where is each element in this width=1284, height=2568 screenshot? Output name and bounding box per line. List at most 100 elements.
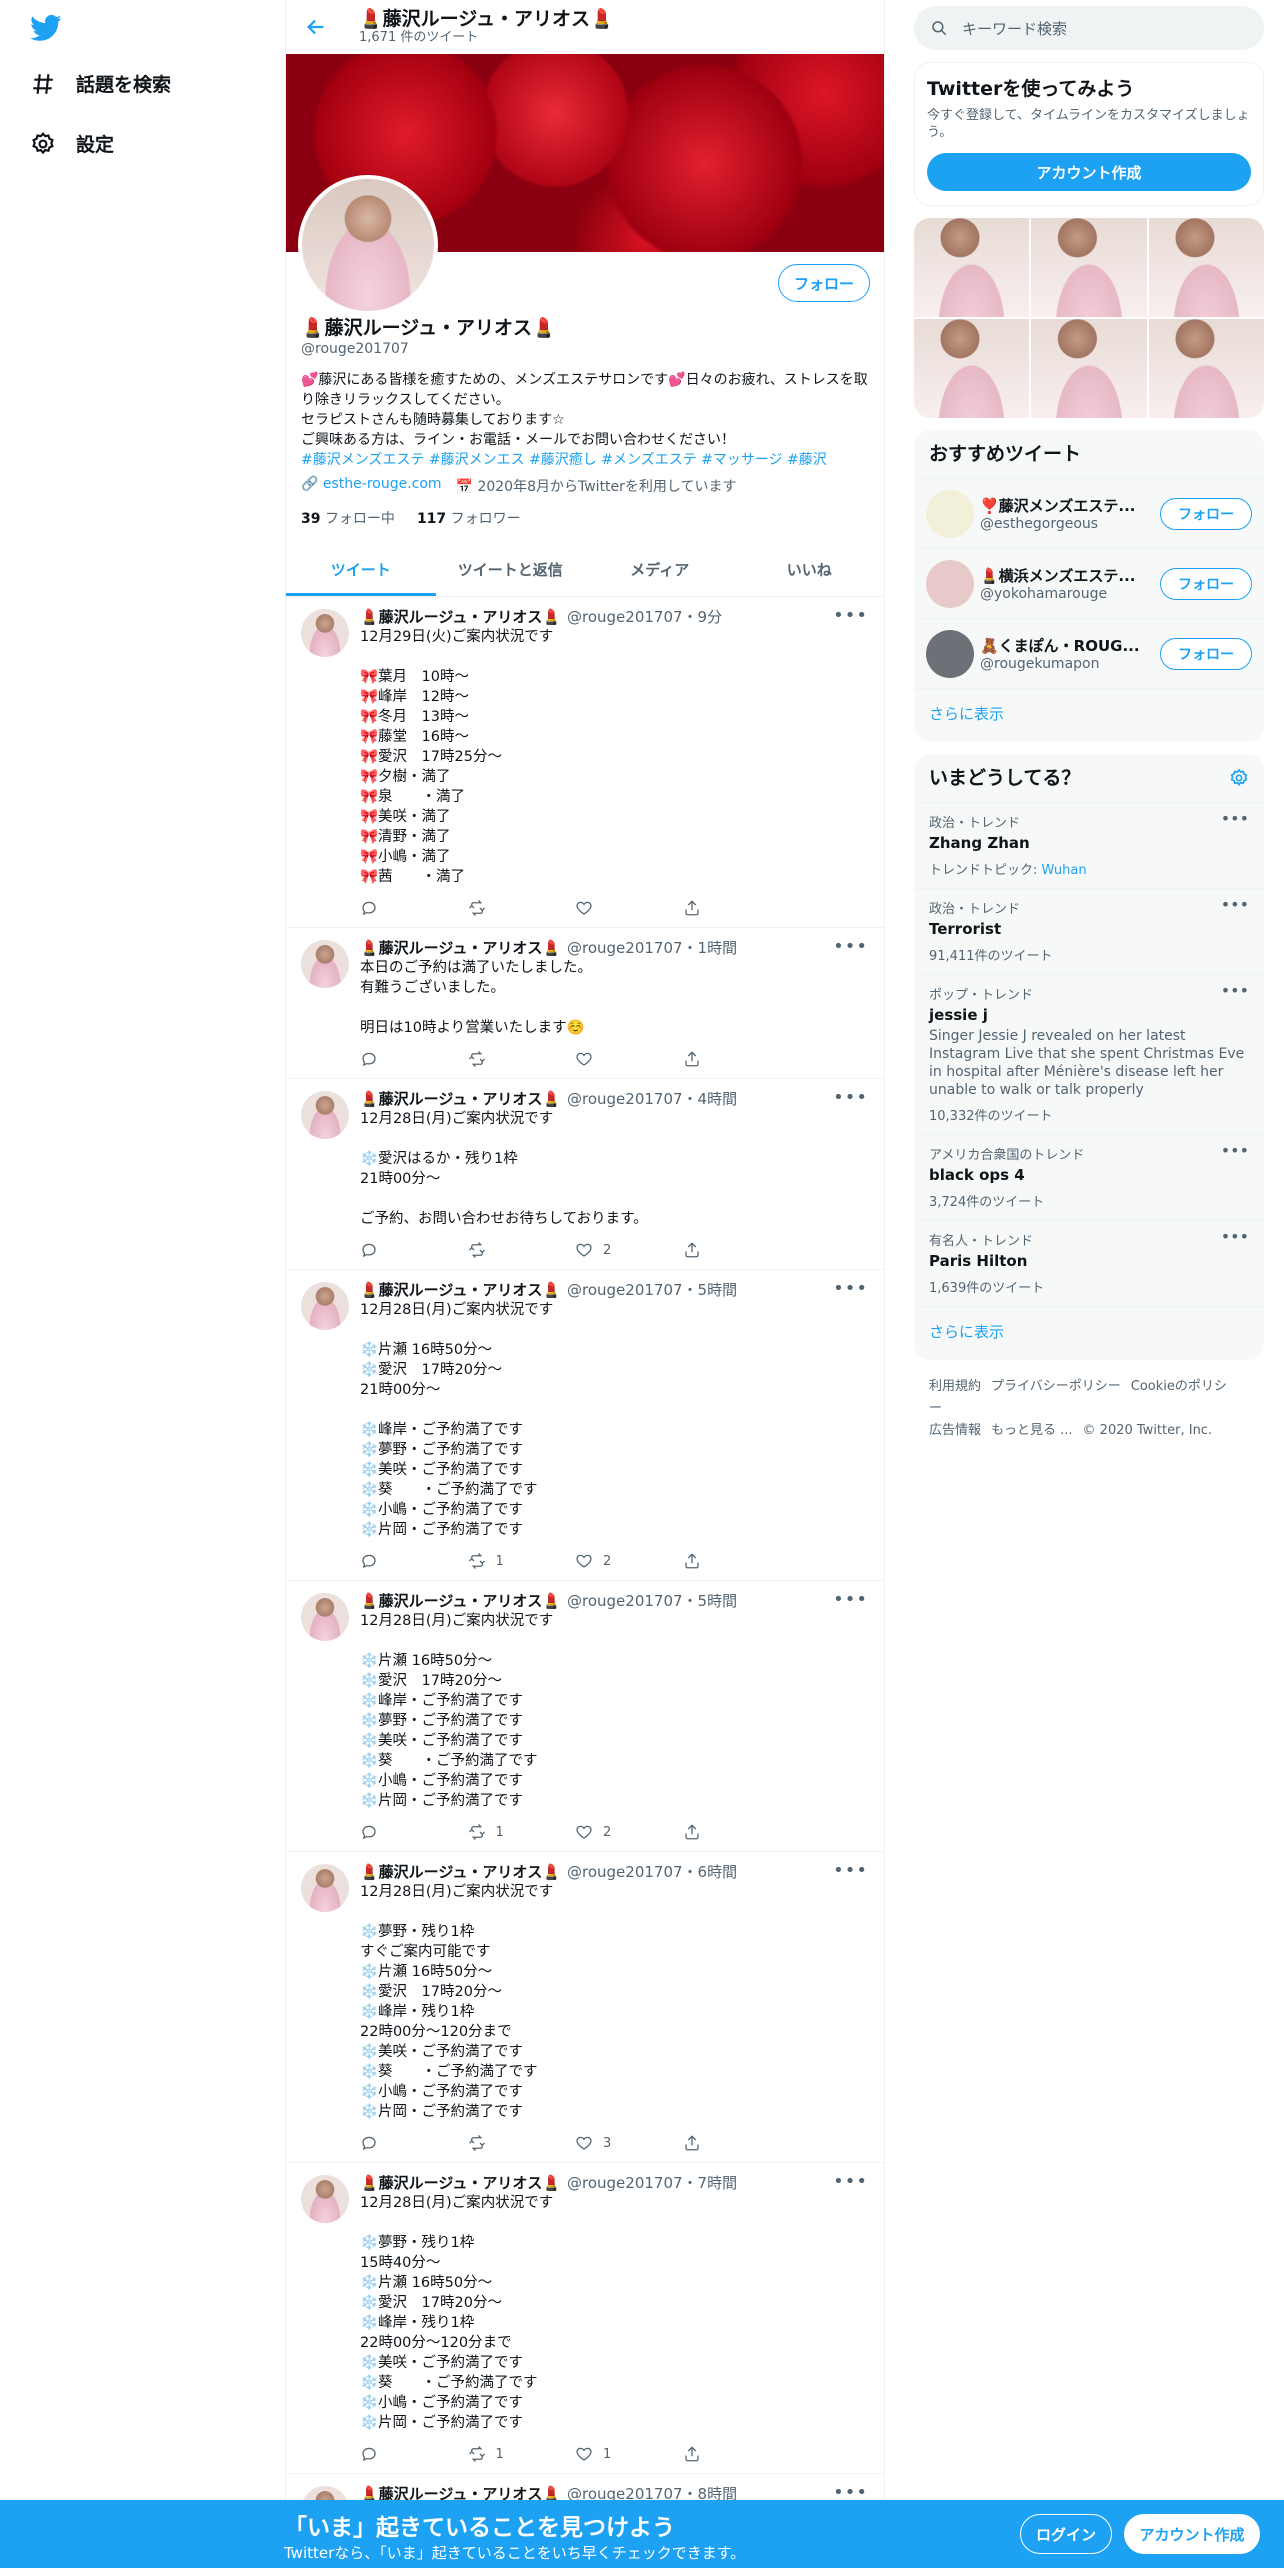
tweet[interactable]: 💄藤沢ルージュ・アリオス💄 @rouge201707・7時間 ••• 12月28日(月… — [286, 2163, 884, 2474]
trend-item[interactable]: アメリカ合衆国のトレンド black ops 4 3,724件のツイート ••• — [914, 1134, 1264, 1220]
followers-link[interactable]: 117 フォロワー — [417, 508, 521, 528]
more-options-icon[interactable]: ••• — [1221, 1141, 1249, 1160]
like-button[interactable]: 2 — [575, 1241, 683, 1259]
footer-link[interactable]: 広告情報 — [929, 1423, 981, 1438]
following-link[interactable]: 39 フォロー中 — [301, 508, 395, 528]
like-button[interactable] — [575, 1050, 683, 1068]
tweet-author-name[interactable]: 💄藤沢ルージュ・アリオス💄 — [360, 2173, 561, 2193]
share-button[interactable] — [683, 1823, 791, 1841]
reply-button[interactable] — [360, 1552, 468, 1570]
settings-gear-icon[interactable] — [1229, 768, 1249, 788]
tweet[interactable]: 💄藤沢ルージュ・アリオス💄 @rouge201707・5時間 ••• 12月28日(月… — [286, 1581, 884, 1852]
retweet-button[interactable]: 1 — [468, 2445, 576, 2463]
trend-item[interactable]: ポップ・トレンド jessie j Singer Jessie J revealed… — [914, 974, 1264, 1134]
share-button[interactable] — [683, 1552, 791, 1570]
who-show-more[interactable]: さらに表示 — [914, 688, 1264, 742]
tab-media[interactable]: メディア — [585, 544, 735, 596]
media-thumbnail[interactable] — [1031, 218, 1147, 317]
like-button[interactable] — [575, 899, 683, 917]
like-button[interactable]: 2 — [575, 1823, 683, 1841]
retweet-button[interactable] — [468, 1241, 576, 1259]
more-options-icon[interactable]: ••• — [833, 936, 868, 957]
share-button[interactable] — [683, 2445, 791, 2463]
suggested-account-name[interactable]: 🧸くまぽん・ROUG... — [980, 635, 1152, 656]
tweet-author-name[interactable]: 💄藤沢ルージュ・アリオス💄 — [360, 1280, 561, 1300]
trend-item[interactable]: 政治・トレンド Terrorist 91,411件のツイート ••• — [914, 888, 1264, 974]
who-to-follow-item[interactable]: ❣️藤沢メンズエステ... @esthegorgeous フォロー — [914, 478, 1264, 548]
more-options-icon[interactable]: ••• — [1221, 981, 1249, 1000]
share-button[interactable] — [683, 1050, 791, 1068]
reply-button[interactable] — [360, 2134, 468, 2152]
tab-tweets[interactable]: ツイート — [286, 544, 436, 596]
share-button[interactable] — [683, 899, 791, 917]
nav-explore[interactable]: 話題を検索 — [30, 70, 171, 97]
media-thumbnail[interactable] — [1031, 319, 1147, 418]
follow-suggestion-button[interactable]: フォロー — [1160, 637, 1252, 670]
tweet-avatar[interactable] — [301, 940, 349, 988]
twitter-logo-icon[interactable] — [30, 12, 62, 44]
tweet-avatar[interactable] — [301, 1593, 349, 1641]
reply-button[interactable] — [360, 1050, 468, 1068]
suggested-account-name[interactable]: 💄横浜メンズエステ... — [980, 565, 1152, 586]
like-button[interactable]: 2 — [575, 1552, 683, 1570]
trend-topic-link[interactable]: Wuhan — [1042, 863, 1087, 878]
like-button[interactable]: 3 — [575, 2134, 683, 2152]
footer-link[interactable]: もっと見る ... — [991, 1423, 1073, 1438]
more-options-icon[interactable]: ••• — [833, 1087, 868, 1108]
tweet-avatar[interactable] — [301, 1091, 349, 1139]
nav-settings[interactable]: 設定 — [30, 130, 114, 157]
retweet-button[interactable] — [468, 2134, 576, 2152]
tab-tweets-replies[interactable]: ツイートと返信 — [436, 544, 586, 596]
more-options-icon[interactable]: ••• — [1221, 809, 1249, 828]
media-thumbnail[interactable] — [1148, 218, 1264, 317]
reply-button[interactable] — [360, 1823, 468, 1841]
tweet[interactable]: 💄藤沢ルージュ・アリオス💄 @rouge201707・5時間 ••• 12月28日(月… — [286, 1270, 884, 1581]
trend-item[interactable]: 有名人・トレンド Paris Hilton 1,639件のツイート ••• — [914, 1220, 1264, 1306]
who-to-follow-item[interactable]: 💄横浜メンズエステ... @yokohamarouge フォロー — [914, 548, 1264, 618]
bottom-signup-button[interactable]: アカウント作成 — [1124, 2514, 1260, 2554]
trends-show-more[interactable]: さらに表示 — [914, 1306, 1264, 1360]
share-button[interactable] — [683, 2134, 791, 2152]
profile-avatar[interactable] — [298, 175, 438, 315]
retweet-button[interactable]: 1 — [468, 1823, 576, 1841]
reply-button[interactable] — [360, 2445, 468, 2463]
more-options-icon[interactable]: ••• — [833, 1860, 868, 1881]
reply-button[interactable] — [360, 1241, 468, 1259]
tweet[interactable]: 💄藤沢ルージュ・アリオス💄 @rouge201707・4時間 ••• 12月28日(月… — [286, 1079, 884, 1270]
retweet-button[interactable]: 1 — [468, 1552, 576, 1570]
back-button[interactable] — [301, 12, 331, 42]
tweet-author-name[interactable]: 💄藤沢ルージュ・アリオス💄 — [360, 1862, 561, 1882]
tweet-author-name[interactable]: 💄藤沢ルージュ・アリオス💄 — [360, 1089, 561, 1109]
tweet-avatar[interactable] — [301, 2175, 349, 2223]
tweet[interactable]: 💄藤沢ルージュ・アリオス💄 @rouge201707・9分 ••• 12月29日(火)… — [286, 597, 884, 928]
more-options-icon[interactable]: ••• — [1221, 895, 1249, 914]
suggested-account-avatar[interactable] — [926, 629, 974, 678]
tweet[interactable]: 💄藤沢ルージュ・アリオス💄 @rouge201707・1時間 ••• 本日のご予約は満… — [286, 928, 884, 1079]
share-button[interactable] — [683, 1241, 791, 1259]
follow-suggestion-button[interactable]: フォロー — [1160, 497, 1252, 530]
follow-button[interactable]: フォロー — [778, 264, 870, 302]
website-link[interactable]: esthe-rouge.com — [323, 476, 442, 492]
more-options-icon[interactable]: ••• — [833, 1589, 868, 1610]
follow-suggestion-button[interactable]: フォロー — [1160, 567, 1252, 600]
bio-hashtags[interactable]: #藤沢メンズエステ #藤沢メンエス #藤沢癒し #メンズエステ #マッサージ #… — [301, 452, 827, 468]
media-thumbnail[interactable] — [914, 319, 1030, 418]
tweet-author-name[interactable]: 💄藤沢ルージュ・アリオス💄 — [360, 607, 561, 627]
login-button[interactable]: ログイン — [1020, 2514, 1112, 2554]
media-thumbnail[interactable] — [1148, 319, 1264, 418]
tweet[interactable]: 💄藤沢ルージュ・アリオス💄 @rouge201707・6時間 ••• 12月28日(月… — [286, 1852, 884, 2163]
retweet-button[interactable] — [468, 899, 576, 917]
more-options-icon[interactable]: ••• — [833, 605, 868, 626]
tab-likes[interactable]: いいね — [735, 544, 885, 596]
tweet-author-name[interactable]: 💄藤沢ルージュ・アリオス💄 — [360, 1591, 561, 1611]
who-to-follow-item[interactable]: 🧸くまぽん・ROUG... @rougekumapon フォロー — [914, 618, 1264, 688]
search-input[interactable]: キーワード検索 — [914, 6, 1264, 50]
suggested-account-name[interactable]: ❣️藤沢メンズエステ... — [980, 495, 1152, 516]
footer-link[interactable]: 利用規約 — [929, 1379, 981, 1394]
suggested-account-avatar[interactable] — [926, 489, 974, 538]
suggested-account-avatar[interactable] — [926, 559, 974, 608]
like-button[interactable]: 1 — [575, 2445, 683, 2463]
retweet-button[interactable] — [468, 1050, 576, 1068]
tweet-avatar[interactable] — [301, 1864, 349, 1912]
more-options-icon[interactable]: ••• — [833, 2171, 868, 2192]
